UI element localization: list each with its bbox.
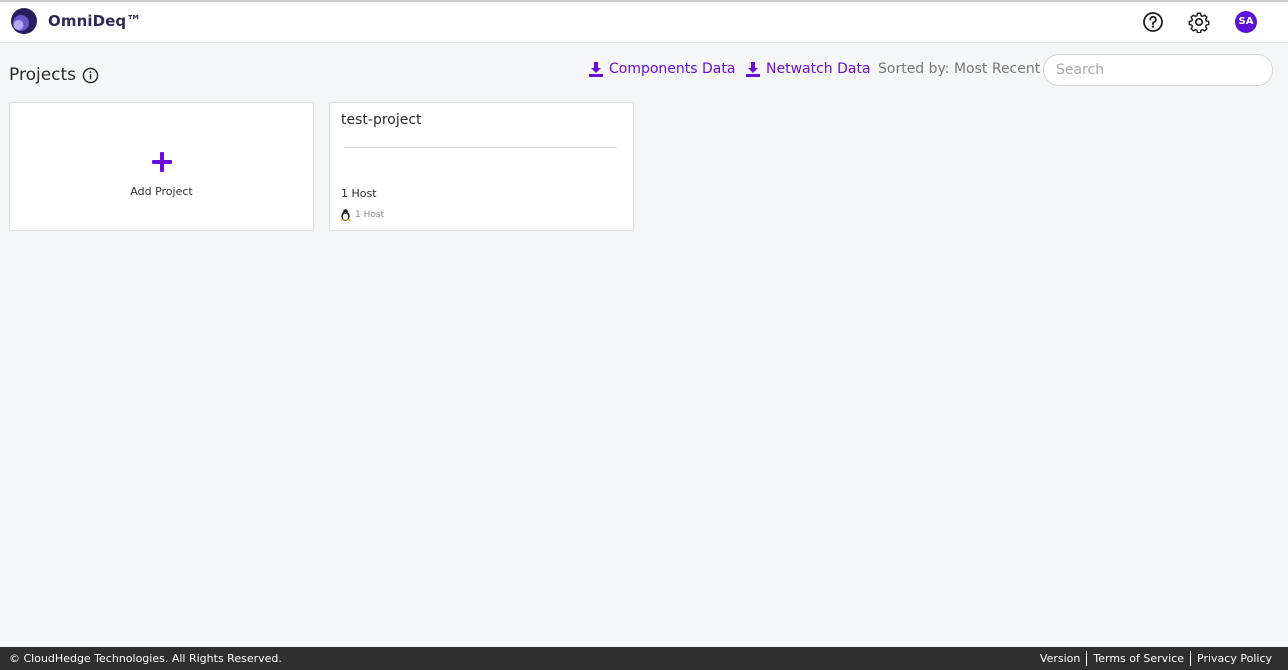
download-icon: [746, 61, 760, 77]
sort-label[interactable]: Sorted by: Most Recent: [878, 61, 1040, 77]
page-title-text: Projects: [9, 65, 77, 85]
add-project-label: Add Project: [130, 185, 193, 198]
info-icon[interactable]: [82, 67, 99, 84]
page-title: Projects: [9, 65, 99, 85]
netwatch-data-label: Netwatch Data: [766, 61, 871, 77]
plus-icon: [152, 152, 172, 172]
project-name: test-project: [341, 112, 422, 128]
components-data-label: Components Data: [609, 61, 736, 77]
app-name: OmniDeq™: [48, 12, 142, 30]
footer: © CloudHedge Technologies. All Rights Re…: [0, 647, 1288, 670]
project-card-divider: [344, 147, 617, 148]
brand[interactable]: OmniDeq™: [11, 8, 141, 34]
gear-icon[interactable]: [1188, 11, 1210, 33]
project-host-count: 1 Host: [341, 187, 377, 200]
version-link[interactable]: Version: [1034, 651, 1086, 666]
linux-icon: [340, 209, 351, 221]
copyright-text: © CloudHedge Technologies. All Rights Re…: [9, 652, 282, 665]
netwatch-data-download-link[interactable]: Netwatch Data: [746, 61, 871, 77]
search-input[interactable]: [1043, 54, 1273, 86]
privacy-policy-link[interactable]: Privacy Policy: [1190, 651, 1272, 666]
components-data-download-link[interactable]: Components Data: [589, 61, 735, 77]
terms-of-service-link[interactable]: Terms of Service: [1086, 651, 1190, 666]
project-os-breakdown: 1 Host: [340, 209, 384, 221]
project-card[interactable]: test-project 1 Host 1 Host: [329, 102, 634, 231]
top-bar: OmniDeq™ SA: [0, 0, 1288, 43]
project-os-host-count: 1 Host: [355, 210, 385, 220]
footer-links: Version Terms of Service Privacy Policy: [1034, 651, 1272, 666]
help-icon[interactable]: [1142, 11, 1164, 33]
download-icon: [589, 61, 603, 77]
omnideq-logo-icon: [11, 8, 37, 34]
user-avatar[interactable]: SA: [1235, 11, 1257, 33]
add-project-card[interactable]: Add Project: [9, 102, 314, 231]
